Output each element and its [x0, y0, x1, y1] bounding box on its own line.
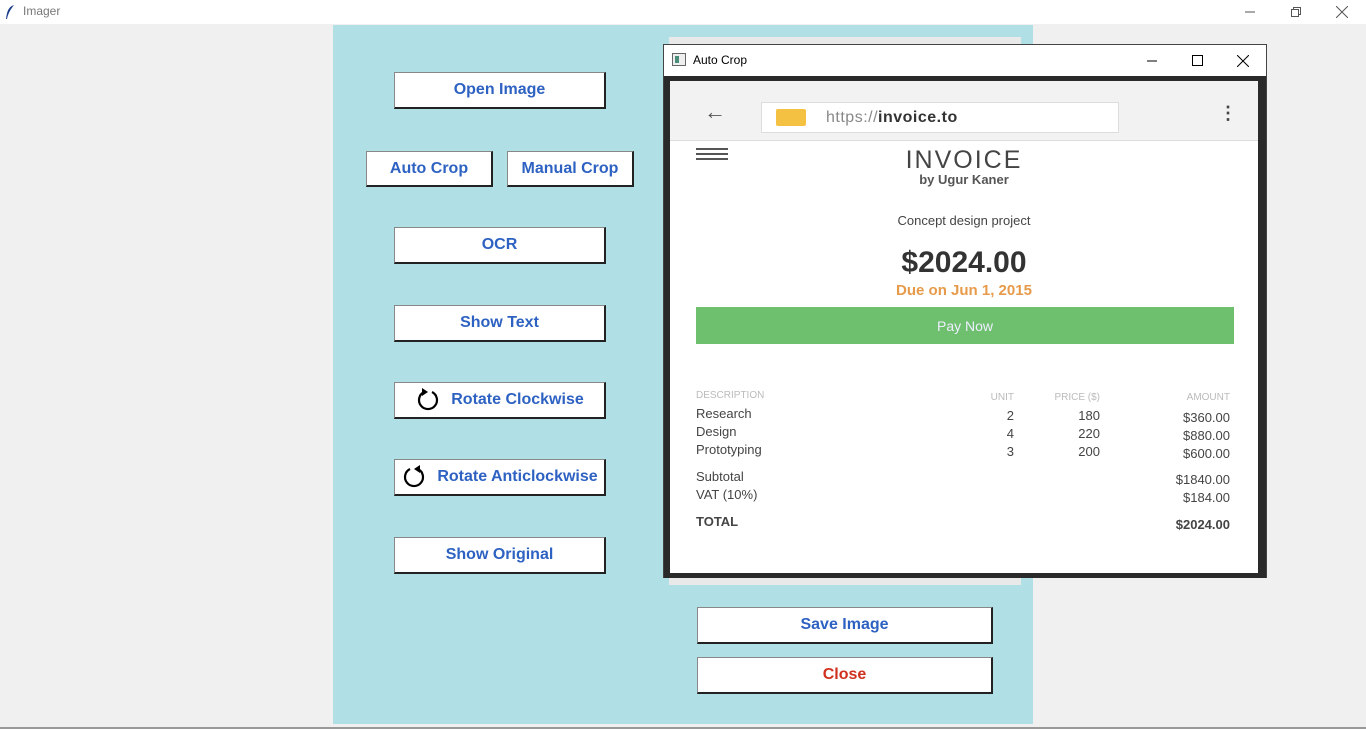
- row-price: 200: [1078, 444, 1100, 459]
- header-unit: UNIT: [990, 392, 1014, 403]
- back-arrow-icon: ←: [704, 99, 726, 124]
- minimize-icon: [1245, 11, 1255, 13]
- header-description: DESCRIPTION: [696, 390, 765, 401]
- subtotal-label: Subtotal: [696, 469, 744, 484]
- manual-crop-button[interactable]: Manual Crop: [507, 151, 634, 187]
- invoice-title: INVOICE: [905, 146, 1023, 174]
- row-description: Research: [696, 406, 752, 421]
- auto-crop-titlebar[interactable]: Auto Crop: [664, 45, 1266, 76]
- close-icon: [1237, 54, 1249, 67]
- row-price: 180: [1078, 408, 1100, 423]
- close-icon: [1336, 6, 1348, 18]
- crop-minimize-button[interactable]: [1129, 45, 1175, 76]
- restore-button[interactable]: [1273, 0, 1319, 24]
- minimize-icon: [1147, 60, 1157, 61]
- browser-bar: ← https://invoice.to ⋮: [670, 81, 1258, 141]
- url-text: https://invoice.to: [826, 109, 958, 126]
- row-amount: $360.00: [1183, 410, 1230, 425]
- header-price: PRICE ($): [1054, 392, 1100, 403]
- open-image-button[interactable]: Open Image: [394, 72, 606, 109]
- row-unit: 2: [1006, 408, 1014, 423]
- vat-value: $184.00: [1183, 490, 1230, 505]
- row-amount: $600.00: [1183, 446, 1230, 461]
- more-options-icon: ⋮: [1219, 103, 1237, 123]
- total-label: TOTAL: [696, 514, 739, 529]
- app-titlebar: Imager: [0, 0, 1366, 24]
- url-bar: https://invoice.to: [761, 102, 1119, 133]
- auto-crop-button[interactable]: Auto Crop: [366, 151, 493, 187]
- save-image-button[interactable]: Save Image: [697, 607, 993, 644]
- ocr-button[interactable]: OCR: [394, 227, 606, 264]
- vat-label: VAT (10%): [696, 487, 758, 502]
- show-text-button[interactable]: Show Text: [394, 305, 606, 342]
- show-original-button[interactable]: Show Original: [394, 537, 606, 574]
- row-description: Prototyping: [696, 442, 762, 457]
- rotate-clockwise-icon: [415, 387, 441, 413]
- total-value: $2024.00: [1175, 517, 1230, 532]
- crop-close-button[interactable]: [1220, 45, 1266, 76]
- lock-icon: [776, 109, 806, 126]
- auto-crop-title: Auto Crop: [693, 53, 748, 67]
- close-button[interactable]: Close: [697, 657, 993, 694]
- header-amount: AMOUNT: [1186, 392, 1230, 403]
- row-amount: $880.00: [1183, 428, 1230, 443]
- rotate-anticlockwise-button[interactable]: Rotate Anticlockwise: [394, 459, 606, 496]
- close-window-button[interactable]: [1319, 0, 1365, 24]
- rotate-clockwise-button[interactable]: Rotate Clockwise: [394, 382, 606, 419]
- pay-now-button: Pay Now: [696, 307, 1234, 344]
- window-app-icon: [672, 53, 686, 66]
- row-description: Design: [696, 424, 737, 439]
- invoice-screenshot: ← https://invoice.to ⋮ INVOICE by Ugur K…: [670, 81, 1258, 573]
- row-price: 220: [1078, 426, 1100, 441]
- minimize-button[interactable]: [1227, 0, 1273, 24]
- row-unit: 3: [1006, 444, 1014, 459]
- maximize-icon: [1191, 55, 1203, 66]
- invoice-due-date: Due on Jun 1, 2015: [896, 282, 1032, 299]
- row-unit: 4: [1006, 426, 1014, 441]
- invoice-project: Concept design project: [897, 213, 1031, 228]
- subtotal-value: $1840.00: [1175, 472, 1230, 487]
- rotate-anticlockwise-icon: [401, 464, 427, 490]
- cropped-image: ← https://invoice.to ⋮ INVOICE by Ugur K…: [664, 76, 1266, 578]
- auto-crop-window: Auto Crop ← https://invoice.to ⋮ INVOICE…: [663, 44, 1267, 578]
- app-title: Imager: [23, 4, 61, 18]
- invoice-author: by Ugur Kaner: [919, 172, 1009, 187]
- invoice-amount: $2024.00: [901, 246, 1027, 279]
- rotate-clockwise-label: Rotate Clockwise: [451, 391, 584, 408]
- feather-icon: [6, 5, 14, 19]
- crop-maximize-button[interactable]: [1174, 45, 1220, 76]
- restore-icon: [1291, 7, 1301, 17]
- rotate-anticlockwise-label: Rotate Anticlockwise: [437, 468, 598, 485]
